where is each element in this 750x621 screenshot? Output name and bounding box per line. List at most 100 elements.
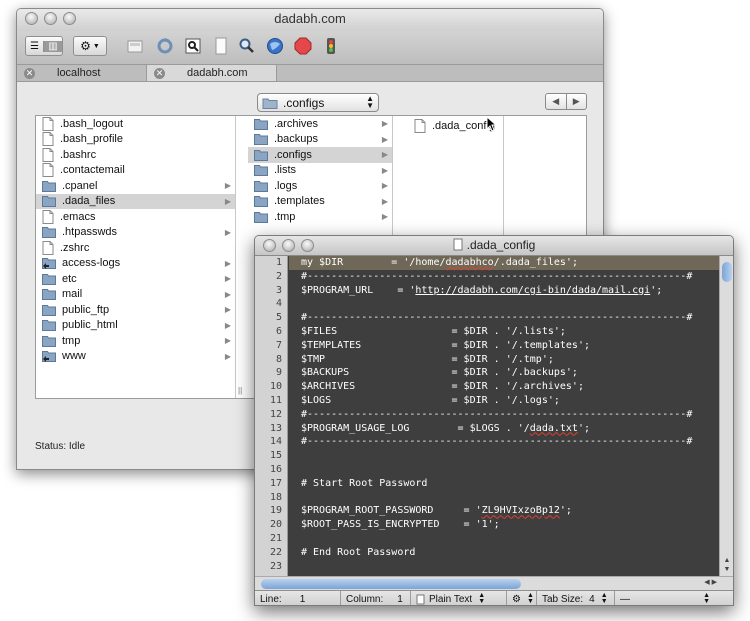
- vertical-scrollbar[interactable]: ▲ ▼: [719, 256, 733, 576]
- code-line[interactable]: [289, 491, 719, 505]
- folder-row[interactable]: .htpasswds ▶: [36, 225, 235, 241]
- code-line[interactable]: $PROGRAM_ROOT_PASSWORD = 'ZL9HVIxzoBp12'…: [289, 504, 719, 518]
- code-line[interactable]: [289, 297, 719, 311]
- file-icon: [42, 209, 60, 224]
- folder-icon: [254, 195, 274, 208]
- line-number: 6: [275, 325, 282, 337]
- file-row[interactable]: .bashrc: [36, 147, 235, 163]
- code-line[interactable]: [289, 463, 719, 477]
- stop-button[interactable]: [293, 36, 313, 56]
- tab-size-popup[interactable]: Tab Size: 4 ▲ ▼: [537, 591, 615, 605]
- code-text-area[interactable]: my $DIR = '/home/dadabhco/.dada_files'; #…: [289, 256, 719, 576]
- code-line[interactable]: my $DIR = '/home/dadabhco/.dada_files';: [289, 256, 719, 270]
- code-line[interactable]: $ARCHIVES = $DIR . '/.archives';: [289, 380, 719, 394]
- folder-row[interactable]: public_ftp ▶: [36, 302, 235, 318]
- scroll-arrows-icon[interactable]: ▲ ▼: [722, 556, 732, 574]
- globe-icon: [267, 38, 283, 54]
- close-tab-icon[interactable]: ✕: [24, 67, 35, 79]
- vertical-scroll-thumb[interactable]: [722, 262, 732, 282]
- code-line[interactable]: [289, 532, 719, 546]
- item-label: www: [62, 350, 86, 363]
- horizontal-scrollbar[interactable]: ◀ ▶: [255, 576, 733, 590]
- column-view-icon[interactable]: ▥: [44, 40, 62, 52]
- quick-look-button[interactable]: [237, 36, 257, 56]
- transcript-button[interactable]: [321, 36, 341, 56]
- code-line[interactable]: $ROOT_PASS_IS_ENCRYPTED = '1';: [289, 518, 719, 532]
- folder-row[interactable]: etc ▶: [36, 271, 235, 287]
- folder-row[interactable]: .templates ▶: [248, 194, 392, 210]
- minimize-window-button[interactable]: [282, 239, 295, 252]
- path-popup[interactable]: .configs ▲ ▼: [257, 93, 379, 112]
- open-in-browser-button[interactable]: [265, 36, 285, 56]
- folder-row[interactable]: .dada_files ▶: [36, 193, 235, 209]
- code-line[interactable]: $TMP = $DIR . '/.tmp';: [289, 353, 719, 367]
- folder-row[interactable]: access-logs ▶: [36, 256, 235, 272]
- code-line[interactable]: $PROGRAM_USAGE_LOG = $LOGS . '/dada.txt'…: [289, 422, 719, 436]
- file-row[interactable]: .contactemail: [36, 163, 235, 179]
- code-line[interactable]: [289, 449, 719, 463]
- code-line[interactable]: $PROGRAM_URL = 'http://dadabh.com/cgi-bi…: [289, 284, 719, 298]
- file-row[interactable]: .zshrc: [36, 240, 235, 256]
- code-editor[interactable]: 1 2 3 4 5 6 7 8 9 10 11 12 13 14 15 16 17 18 19 20 21 22 23 my…: [255, 256, 733, 576]
- code-line[interactable]: #---------------------------------------…: [289, 270, 719, 284]
- file-icon: [42, 163, 60, 178]
- zoom-window-button[interactable]: [301, 239, 314, 252]
- chevron-right-icon: ▶: [224, 196, 231, 206]
- file-row[interactable]: .emacs: [36, 209, 235, 225]
- line-number: 9: [275, 367, 282, 379]
- chevron-right-icon: ▶: [381, 150, 388, 160]
- folder-row[interactable]: .archives ▶: [248, 116, 392, 132]
- close-tab-icon[interactable]: ✕: [154, 67, 165, 79]
- code-line[interactable]: #---------------------------------------…: [289, 311, 719, 325]
- code-line[interactable]: $FILES = $DIR . '/.lists';: [289, 325, 719, 339]
- get-info-button[interactable]: [183, 36, 203, 56]
- code-line[interactable]: $TEMPLATES = $DIR . '/.templates';: [289, 339, 719, 353]
- list-view-icon[interactable]: ☰: [26, 40, 44, 52]
- syntax-mode-popup[interactable]: Plain Text ▲ ▼: [411, 591, 507, 605]
- code-line[interactable]: $LOGS = $DIR . '/.logs';: [289, 394, 719, 408]
- folder-row[interactable]: www ▶: [36, 349, 235, 365]
- folder-row[interactable]: tmp ▶: [36, 333, 235, 349]
- item-label: mail: [62, 288, 83, 301]
- file-row[interactable]: .bash_profile: [36, 132, 235, 148]
- folder-row[interactable]: mail ▶: [36, 287, 235, 303]
- line-number: 14: [269, 436, 282, 448]
- upload-button[interactable]: [125, 36, 145, 56]
- edit-button[interactable]: [211, 36, 231, 56]
- forward-button[interactable]: ▶: [567, 94, 587, 109]
- folder-row[interactable]: .configs ▶: [248, 147, 392, 163]
- column-resize-handle[interactable]: ||: [238, 386, 242, 395]
- code-line[interactable]: # Start Root Password: [289, 477, 719, 491]
- line-number: 21: [269, 532, 282, 544]
- code-line[interactable]: $BACKUPS = $DIR . '/.backups';: [289, 366, 719, 380]
- folder-row[interactable]: .cpanel ▶: [36, 178, 235, 194]
- code-line[interactable]: #---------------------------------------…: [289, 435, 719, 449]
- close-window-button[interactable]: [25, 12, 38, 25]
- tab-localhost[interactable]: ✕ localhost: [17, 65, 147, 81]
- refresh-button[interactable]: [155, 36, 175, 56]
- horizontal-scroll-thumb[interactable]: [261, 579, 521, 589]
- minimize-window-button[interactable]: [44, 12, 57, 25]
- file-row[interactable]: .bash_logout: [36, 116, 235, 132]
- back-button[interactable]: ◀: [546, 94, 567, 109]
- folder-row[interactable]: .tmp ▶: [248, 209, 392, 225]
- code-line[interactable]: [289, 560, 719, 574]
- code-line[interactable]: # End Root Password: [289, 546, 719, 560]
- folder-row[interactable]: .logs ▶: [248, 178, 392, 194]
- url-link[interactable]: http://dadabh.com/cgi-bin/dada/mail.cgi: [415, 285, 650, 296]
- text-encoding-popup[interactable]: ⚙ ▲ ▼: [507, 591, 537, 605]
- folder-row[interactable]: .lists ▶: [248, 163, 392, 179]
- function-popup[interactable]: — ▲ ▼: [615, 591, 719, 605]
- code-line[interactable]: #---------------------------------------…: [289, 408, 719, 422]
- close-window-button[interactable]: [263, 239, 276, 252]
- line-number: 11: [269, 394, 282, 406]
- item-label: .bash_logout: [60, 117, 123, 130]
- scroll-arrows-icon[interactable]: ◀ ▶: [704, 578, 717, 586]
- folder-row[interactable]: public_html ▶: [36, 318, 235, 334]
- zoom-window-button[interactable]: [63, 12, 76, 25]
- view-mode-segment[interactable]: ☰ ▥: [25, 36, 63, 56]
- tab-dadabh[interactable]: ✕ dadabh.com: [147, 65, 277, 81]
- spellcheck-mark: dada.txt: [529, 422, 578, 434]
- action-menu-button[interactable]: ⚙ ▼: [73, 36, 107, 56]
- folder-row[interactable]: .backups ▶: [248, 132, 392, 148]
